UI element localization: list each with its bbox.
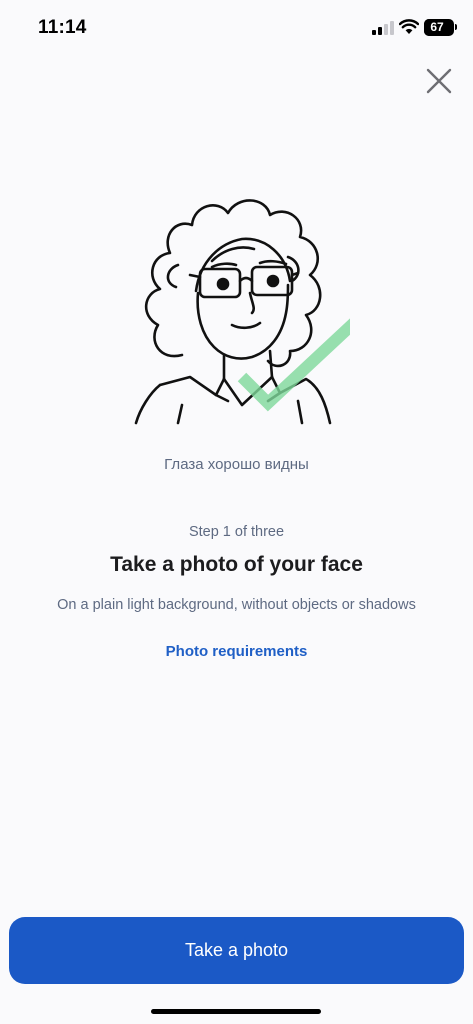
page-title: Take a photo of your face: [110, 553, 363, 576]
status-time: 11:14: [38, 17, 87, 38]
battery-icon: 67: [424, 19, 454, 36]
battery-percent: 67: [430, 20, 444, 34]
battery-cap: [455, 24, 457, 30]
illustration-caption: Глаза хорошо видны: [164, 456, 309, 473]
face-with-glasses-illustration: [134, 199, 350, 425]
step-indicator: Step 1 of three: [188, 524, 285, 540]
status-bar: 11:14 67: [0, 0, 473, 56]
take-photo-button[interactable]: Take a photo: [9, 917, 464, 984]
close-icon[interactable]: [422, 64, 456, 98]
page-subtitle: On a plain light background, without obj…: [57, 597, 416, 613]
checkmark-icon: [237, 318, 350, 412]
photo-requirements-link[interactable]: Photo requirements: [0, 643, 473, 660]
wifi-icon: [399, 19, 419, 34]
home-indicator: [151, 1009, 321, 1014]
cellular-signal-icon: [372, 21, 394, 35]
